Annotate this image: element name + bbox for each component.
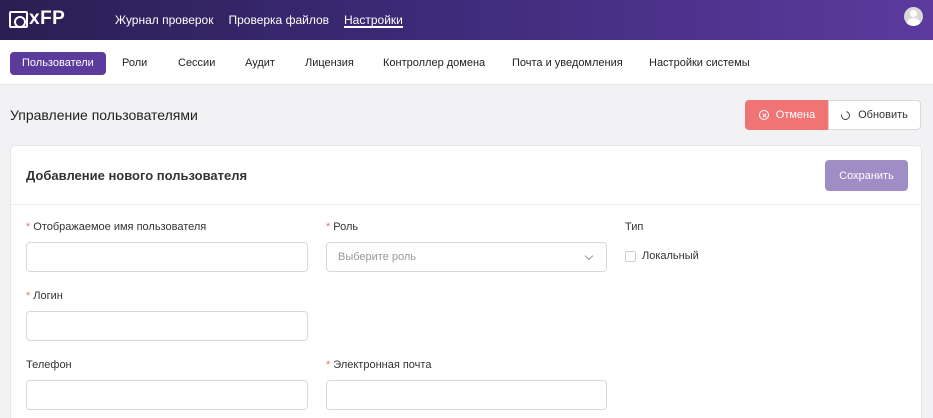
- refresh-button-label: Обновить: [858, 109, 908, 121]
- display-name-input[interactable]: [26, 242, 308, 272]
- refresh-icon: [839, 108, 852, 122]
- tab-system-settings[interactable]: Настройки системы: [637, 52, 762, 75]
- cancel-button-label: Отмена: [775, 109, 816, 121]
- shield-logo-icon: [9, 10, 28, 28]
- role-label: * Роль: [326, 221, 359, 233]
- login-label: * Логин: [26, 290, 63, 302]
- local-type-label[interactable]: Локальный: [642, 250, 699, 262]
- tab-audit[interactable]: Аудит: [233, 52, 287, 75]
- email-label: * Электронная почта: [326, 359, 432, 371]
- local-type-checkbox[interactable]: [625, 251, 636, 262]
- tab-users[interactable]: Пользователи: [10, 52, 106, 75]
- top-navigation: Журнал проверок Проверка файлов Настройк…: [115, 0, 418, 40]
- logo-text: xFP: [29, 8, 66, 29]
- type-label: Тип: [625, 221, 644, 233]
- required-mark: *: [26, 290, 31, 302]
- tab-license[interactable]: Лицензия: [293, 52, 366, 75]
- settings-tab-bar: Пользователи Роли Сессии Аудит Лицензия …: [0, 40, 933, 85]
- phone-input[interactable]: [26, 380, 308, 410]
- chevron-down-icon: [584, 251, 594, 261]
- topnav-item-file-check[interactable]: Проверка файлов: [228, 0, 329, 40]
- role-select[interactable]: Выберите роль: [326, 242, 607, 272]
- tab-domain-controller[interactable]: Контроллер домена: [371, 52, 497, 75]
- add-user-card: Добавление нового пользователя Сохранить: [10, 145, 922, 418]
- app-logo[interactable]: xFP: [9, 8, 65, 30]
- card-header: Добавление нового пользователя Сохранить: [11, 146, 921, 205]
- phone-label: Телефон: [26, 359, 72, 371]
- topnav-item-audit-log[interactable]: Журнал проверок: [115, 0, 213, 40]
- required-mark: *: [26, 221, 31, 233]
- user-avatar-icon[interactable]: [904, 7, 923, 26]
- save-button[interactable]: Сохранить: [825, 160, 908, 191]
- login-input[interactable]: [26, 311, 308, 341]
- refresh-button[interactable]: Обновить: [828, 100, 921, 130]
- tab-mail-notifications[interactable]: Почта и уведомления: [500, 52, 635, 75]
- cancel-button[interactable]: Отмена: [745, 100, 829, 130]
- display-name-label: * Отображаемое имя пользователя: [26, 221, 207, 233]
- role-select-placeholder: Выберите роль: [338, 251, 417, 263]
- tab-sessions[interactable]: Сессии: [166, 52, 227, 75]
- x-circle-icon: [758, 110, 769, 120]
- page-title: Управление пользователями: [10, 107, 198, 123]
- topnav-item-settings[interactable]: Настройки: [344, 0, 403, 40]
- card-title: Добавление нового пользователя: [26, 168, 248, 183]
- top-bar: xFP Журнал проверок Проверка файлов Наст…: [0, 0, 933, 40]
- email-input[interactable]: [326, 380, 607, 410]
- tab-roles[interactable]: Роли: [110, 52, 159, 75]
- required-mark: *: [326, 221, 331, 233]
- required-mark: *: [326, 359, 331, 371]
